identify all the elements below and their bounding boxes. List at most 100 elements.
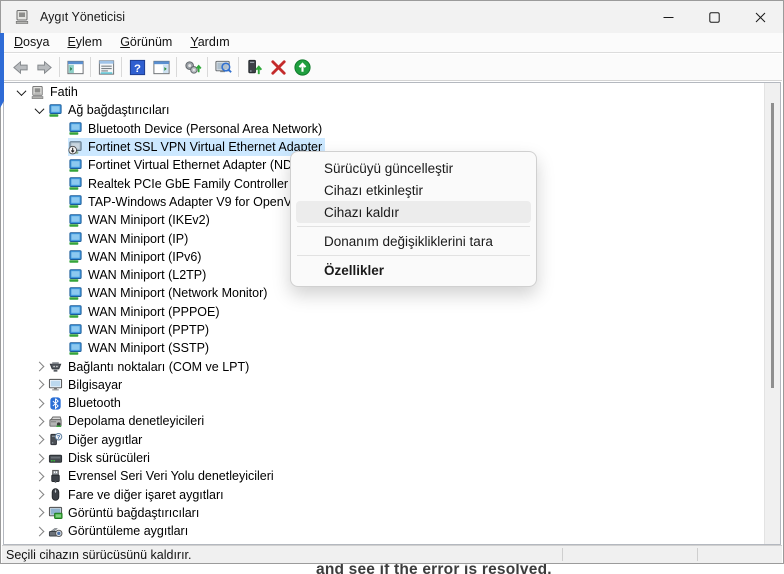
tree-item[interactable]: Evrensel Seri Veri Yolu denetleyicileri (4, 467, 764, 485)
console-tree-icon (66, 58, 85, 77)
menu-item[interactable]: Yardım (181, 33, 238, 52)
context-menu-item[interactable] (297, 226, 530, 227)
close-button[interactable] (737, 1, 783, 33)
device-icon (48, 432, 63, 447)
context-menu-item[interactable] (297, 255, 530, 256)
device-icon (68, 140, 83, 155)
remote-computer-button[interactable] (211, 56, 235, 78)
context-menu-item[interactable]: Donanım değişikliklerini tara (296, 230, 531, 252)
tree-expander-icon[interactable] (30, 363, 48, 370)
update-driver-button[interactable] (242, 56, 266, 78)
tree-expander-icon[interactable] (30, 400, 48, 407)
tree-item-content[interactable]: Görüntü bağdaştırıcıları (48, 504, 202, 522)
forward-icon (35, 58, 54, 77)
menu-item[interactable]: Eylem (58, 33, 111, 52)
tree-item[interactable]: WAN Miniport (PPTP) (4, 321, 764, 339)
tree-item[interactable]: Fatih (4, 83, 764, 101)
tree-item[interactable]: Ağ bağdaştırıcıları (4, 101, 764, 119)
device-icon (48, 487, 63, 502)
menu-item[interactable]: Görünüm (111, 33, 181, 52)
tree-item-content[interactable]: WAN Miniport (PPTP) (68, 321, 212, 339)
tree-item[interactable]: Görüntüleme aygıtları (4, 522, 764, 540)
tree-item[interactable]: WAN Miniport (Network Monitor) (4, 284, 764, 302)
tree-item-label: Fortinet Virtual Ethernet Adapter (NDIS (88, 158, 304, 172)
tree-expander-icon[interactable] (30, 509, 48, 516)
tree-item-content[interactable]: WAN Miniport (IKEv2) (68, 211, 213, 229)
tree-item-content[interactable]: Ağ bağdaştırıcıları (48, 101, 172, 119)
tree-item-content[interactable]: Realtek PCIe GbE Family Controller (68, 174, 291, 192)
tree-item[interactable]: Depolama denetleyicileri (4, 412, 764, 430)
forward-button[interactable] (32, 56, 56, 78)
tree-expander-icon[interactable] (30, 107, 48, 114)
device-icon (48, 377, 63, 392)
tree-expander-icon[interactable] (30, 381, 48, 388)
tree-expander-icon[interactable] (30, 528, 48, 535)
context-menu-item[interactable]: Özellikler (296, 259, 531, 281)
tree-item-content[interactable]: Diğer aygıtlar (48, 431, 145, 449)
properties-icon (97, 58, 116, 77)
tree-item[interactable]: Bağlantı noktaları (COM ve LPT) (4, 357, 764, 375)
tree-expander-icon[interactable] (30, 418, 48, 425)
tree-item-content[interactable]: Evrensel Seri Veri Yolu denetleyicileri (48, 467, 277, 485)
context-menu-item[interactable]: Cihazı etkinleştir (296, 179, 531, 201)
scan-hardware-changes-button[interactable] (180, 56, 204, 78)
tree-item[interactable]: WAN Miniport (PPPOE) (4, 303, 764, 321)
statusbar-separator (697, 548, 698, 561)
tree-expander-icon[interactable] (30, 436, 48, 443)
tree-item-content[interactable]: WAN Miniport (SSTP) (68, 339, 212, 357)
tree-item-label: Depolama denetleyicileri (68, 414, 204, 428)
tree-item-content[interactable]: Fortinet SSL VPN Virtual Ethernet Adapte… (68, 138, 325, 156)
tree-item-content[interactable]: WAN Miniport (PPPOE) (68, 303, 223, 321)
show-action-pane-button[interactable] (149, 56, 173, 78)
tree-item-content[interactable]: Bilgisayar (48, 376, 125, 394)
show-console-tree-button[interactable] (63, 56, 87, 78)
enable-device-button[interactable] (290, 56, 314, 78)
context-menu-item[interactable]: Cihazı kaldır (296, 201, 531, 223)
maximize-button[interactable] (691, 1, 737, 33)
menu-item[interactable]: Dosya (5, 33, 58, 52)
scrollbar-thumb[interactable] (771, 103, 774, 388)
tree-item-content[interactable]: WAN Miniport (Network Monitor) (68, 284, 270, 302)
tree-item-label: WAN Miniport (SSTP) (88, 341, 209, 355)
toolbar-separator (59, 57, 60, 77)
vertical-scrollbar[interactable] (764, 83, 780, 544)
uninstall-device-button[interactable] (266, 56, 290, 78)
tree-expander-icon[interactable] (30, 455, 48, 462)
tree-item-content[interactable]: Görüntüleme aygıtları (48, 522, 191, 540)
minimize-button[interactable] (645, 1, 691, 33)
context-menu-item[interactable]: Sürücüyü güncelleştir (296, 157, 531, 179)
toolbar-separator (207, 57, 208, 77)
help-button[interactable]: ? (125, 56, 149, 78)
tree-item[interactable]: Fare ve diğer işaret aygıtları (4, 486, 764, 504)
statusbar-separator (562, 548, 563, 561)
tree-item[interactable]: Görüntü bağdaştırıcıları (4, 504, 764, 522)
tree-item[interactable]: Diğer aygıtlar (4, 431, 764, 449)
tree-item[interactable]: WAN Miniport (SSTP) (4, 339, 764, 357)
tree-item-label: Diğer aygıtlar (68, 433, 142, 447)
tree-item[interactable]: Bluetooth Device (Personal Area Network) (4, 120, 764, 138)
tree-item-content[interactable]: Depolama denetleyicileri (48, 412, 207, 430)
tree-item-content[interactable]: Bluetooth Device (Personal Area Network) (68, 120, 325, 138)
tree-item-content[interactable]: WAN Miniport (IP) (68, 229, 191, 247)
tree-item[interactable]: Bilgisayar (4, 376, 764, 394)
tree-item-content[interactable]: TAP-Windows Adapter V9 for OpenVPN (68, 193, 312, 211)
device-icon (48, 505, 63, 520)
tree-item-content[interactable]: Fortinet Virtual Ethernet Adapter (NDIS (68, 156, 307, 174)
tree-item-content[interactable]: Fatih (30, 83, 81, 101)
tree-item-content[interactable]: WAN Miniport (IPv6) (68, 248, 204, 266)
device-icon (48, 396, 63, 411)
tree-item-content[interactable]: Bağlantı noktaları (COM ve LPT) (48, 357, 252, 375)
tree-item-content[interactable]: Fare ve diğer işaret aygıtları (48, 486, 227, 504)
tree-item-label: Fatih (50, 85, 78, 99)
tree-expander-icon[interactable] (30, 491, 48, 498)
menubar: Dosya Eylem Görünüm Yardım (2, 33, 782, 53)
properties-button[interactable] (94, 56, 118, 78)
back-button[interactable] (8, 56, 32, 78)
tree-item-content[interactable]: Bluetooth (48, 394, 124, 412)
tree-expander-icon[interactable] (30, 473, 48, 480)
tree-item-content[interactable]: Disk sürücüleri (48, 449, 153, 467)
tree-item[interactable]: Bluetooth (4, 394, 764, 412)
tree-item-content[interactable]: WAN Miniport (L2TP) (68, 266, 209, 284)
tree-expander-icon[interactable] (12, 89, 30, 96)
tree-item[interactable]: Disk sürücüleri (4, 449, 764, 467)
